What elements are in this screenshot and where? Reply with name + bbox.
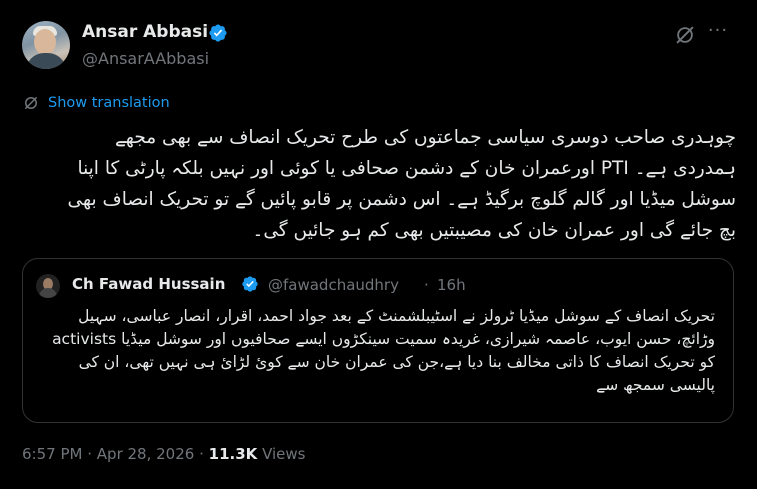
quoted-verified-badge-icon	[242, 276, 258, 292]
more-icon[interactable]: ···	[706, 20, 730, 44]
tweet-metadata: 6:57 PM · Apr 28, 2026 · 11.3K Views	[22, 445, 306, 463]
verified-badge-icon	[209, 24, 227, 42]
tweet-time[interactable]: 6:57 PM	[22, 445, 82, 463]
author-handle[interactable]: @AnsarAAbbasi	[82, 49, 209, 68]
views-label: Views	[262, 445, 306, 463]
author-avatar[interactable]	[22, 21, 70, 69]
quoted-author-handle: @fawadchaudhry	[268, 276, 399, 294]
show-translation[interactable]: Show translation	[22, 94, 170, 112]
quoted-tweet[interactable]: Ch Fawad Hussain @fawadchaudhry · 16h تح…	[22, 258, 734, 423]
quoted-separator: ·	[424, 276, 429, 294]
grok-icon[interactable]	[674, 24, 696, 46]
quoted-author-name: Ch Fawad Hussain	[72, 275, 226, 293]
quoted-tweet-text: تحریک انصاف کے سوشل میڈیا ٹرولز نے اسٹیب…	[52, 307, 715, 394]
meta-separator: ·	[87, 445, 93, 463]
views-count: 11.3K	[208, 445, 258, 463]
author-name[interactable]: Ansar Abbasi	[82, 22, 208, 42]
translate-icon	[25, 97, 37, 109]
meta-separator: ·	[199, 445, 204, 463]
tweet-date[interactable]: Apr 28, 2026	[97, 445, 195, 463]
quoted-avatar[interactable]	[36, 274, 60, 298]
quoted-timestamp[interactable]: 16h	[437, 276, 466, 294]
tweet-text: چوہدری صاحب دوسری سیاسی جماعتوں کی طرح ت…	[67, 127, 736, 241]
show-translation-link[interactable]: Show translation	[48, 95, 170, 111]
